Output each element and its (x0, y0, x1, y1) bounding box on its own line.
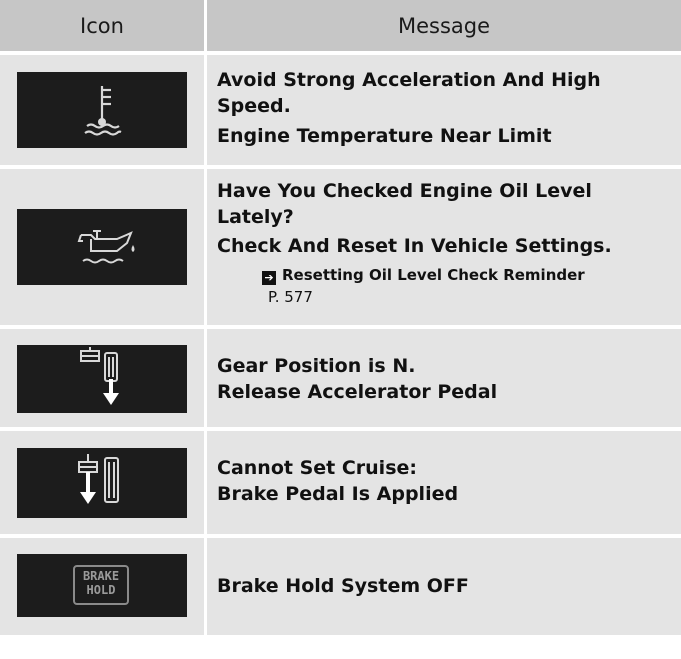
icon-cell (0, 329, 204, 427)
message-cell: Avoid Strong Acceleration And High Speed… (207, 55, 681, 165)
release-accelerator-pedal-icon (17, 345, 187, 413)
reference-page[interactable]: P. 577 (268, 287, 313, 307)
table-row: Have You Checked Engine Oil Level Lately… (0, 169, 681, 325)
brake-hold-icon: BRAKE HOLD (17, 554, 187, 617)
message-line: Lately? (217, 206, 294, 228)
icon-cell: BRAKE HOLD (0, 538, 204, 635)
message-cell: Cannot Set Cruise: Brake Pedal Is Applie… (207, 431, 681, 534)
brake-hold-badge: BRAKE HOLD (73, 565, 129, 605)
table-row: Gear Position is N. Release Accelerator … (0, 329, 681, 427)
message-line: Release Accelerator Pedal (217, 381, 498, 403)
message-line: Speed. (217, 95, 291, 117)
icon-cell (0, 55, 204, 165)
table-row: Cannot Set Cruise: Brake Pedal Is Applie… (0, 431, 681, 534)
brake-hold-text: HOLD (86, 583, 116, 597)
icon-cell (0, 169, 204, 325)
header-message-label: Message (397, 13, 491, 38)
message-cell: Gear Position is N. Release Accelerator … (207, 329, 681, 427)
reference-title[interactable]: Resetting Oil Level Check Reminder (282, 266, 585, 284)
message-line: Avoid Strong Acceleration And High (217, 69, 601, 91)
message-line: Brake Hold System OFF (217, 575, 469, 597)
message-cell: Brake Hold System OFF (207, 538, 681, 635)
brake-pedal-applied-icon (17, 448, 187, 518)
message-line: Check And Reset In Vehicle Settings. (217, 235, 612, 257)
message-line: Brake Pedal Is Applied (217, 483, 459, 505)
table-row: BRAKE HOLD Brake Hold System OFF (0, 538, 681, 635)
brake-hold-text: BRAKE (82, 569, 120, 583)
icon-cell (0, 431, 204, 534)
message-line: Gear Position is N. (217, 355, 416, 377)
message-line: Cannot Set Cruise: (217, 457, 417, 479)
table-header: Icon Message (0, 0, 681, 51)
message-cell: Have You Checked Engine Oil Level Lately… (207, 169, 681, 325)
header-icon-label: Icon (80, 13, 124, 38)
table-row: Avoid Strong Acceleration And High Speed… (0, 55, 681, 165)
arrow-right-icon: ➔ (262, 271, 276, 285)
message-line: Have You Checked Engine Oil Level (217, 180, 592, 202)
engine-oil-can-icon (17, 209, 187, 285)
cross-reference[interactable]: ➔ Resetting Oil Level Check Reminder P. 5… (262, 265, 585, 306)
coolant-temperature-icon (17, 72, 187, 148)
message-line: Engine Temperature Near Limit (217, 125, 552, 147)
